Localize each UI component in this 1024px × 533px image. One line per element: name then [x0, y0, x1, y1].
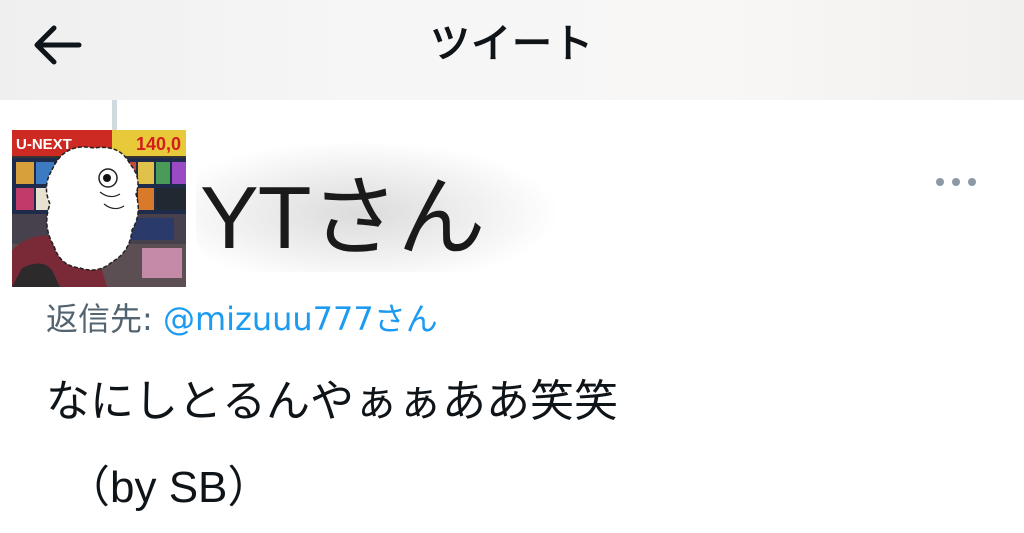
avatar-price-text: 140,0 [136, 134, 181, 154]
tweet-text-line-2: （by SB） [66, 463, 272, 512]
display-name[interactable]: YTさん [200, 168, 485, 268]
reply-info: 返信先: @mizuuu777さん [46, 294, 438, 344]
avatar-photo: U-NEXT 140,0 [12, 130, 186, 287]
reply-label: 返信先: [46, 300, 163, 338]
top-header-bar: ツイート [0, 0, 1024, 100]
avatar-banner-text: U-NEXT [16, 136, 72, 153]
more-dot-icon [936, 178, 944, 186]
reply-mention-link[interactable]: @mizuuu777さん [163, 300, 438, 338]
page-title: ツイート [430, 21, 594, 67]
thread-connector-line [112, 100, 117, 130]
tweet-text-line-1: なにしとるんやぁぁああ笑笑 [46, 376, 618, 427]
more-dot-icon [952, 178, 960, 186]
more-options-button[interactable] [928, 166, 984, 198]
avatar[interactable]: U-NEXT 140,0 [12, 130, 186, 287]
tweet-detail-screen: ツイート U-NEXT 140,0 YTさん 返信先: @mizuuu777さん… [0, 0, 1024, 533]
more-dot-icon [968, 178, 976, 186]
